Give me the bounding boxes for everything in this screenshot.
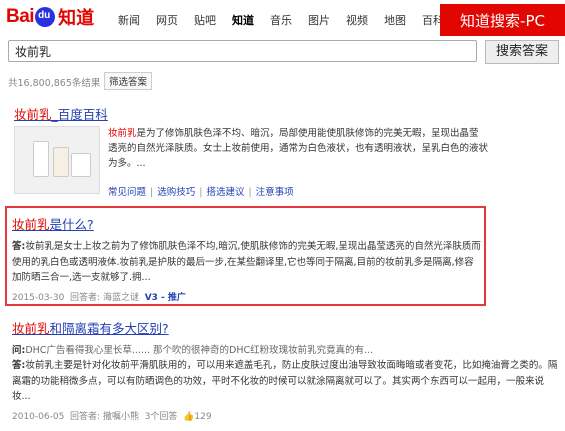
link-notes[interactable]: 注意事项 xyxy=(256,187,294,198)
box-image xyxy=(71,153,91,177)
filter-answers-button[interactable]: 筛选答案 xyxy=(104,72,153,90)
like-count: 129 xyxy=(194,411,212,422)
v3-badge: V3 - 推广 xyxy=(144,292,186,303)
nav-bar: 新闻 网页 贴吧 知道 音乐 图片 视频 地图 百科 文 xyxy=(118,12,471,28)
search-button[interactable]: 搜索答案 xyxy=(485,40,559,64)
answer-snippet: 答:妆前乳主要是针对化妆前平滑肌肤用的，可以用来遮盖毛孔，防止皮肤过度出油导致妆… xyxy=(12,360,558,402)
result-meta: 2010-06-05 回答者: 撒嘱小熊 3个回答 👍129 xyxy=(12,411,212,422)
header: Bai du 知道 新闻 网页 贴吧 知道 音乐 图片 视频 地图 百科 文 知… xyxy=(0,0,565,36)
result-snippet: 妆前乳是为了修饰肌肤色泽不均、暗沉，局部使用能使肌肤修饰的完美无暇，呈现出晶莹透… xyxy=(108,128,489,169)
result-zhidao-1: 妆前乳是什么? 答:妆前乳是女士上妆之前为了修饰肌肤色泽不均,暗沉,使肌肤修饰的… xyxy=(12,214,482,303)
result-baike: 妆前乳_百度百科 妆前乳是为了修饰肌肤色泽不均、暗沉，局部使用能使肌肤修饰的完美… xyxy=(14,104,488,198)
nav-item-map[interactable]: 地图 xyxy=(384,12,406,28)
thumbs-up-icon[interactable]: 👍 xyxy=(183,412,194,422)
search-input[interactable]: 妆前乳 xyxy=(8,40,477,62)
bottle-image xyxy=(53,147,69,177)
link-tips[interactable]: 选购技巧 xyxy=(157,187,195,198)
nav-item-music[interactable]: 音乐 xyxy=(270,12,292,28)
baike-links: 常见问题 | 选购技巧 | 搭选建议 | 注意事项 xyxy=(108,187,294,198)
question-snippet: 问:DHC广告看得我心里长草...... 那个吹的很神奇的DHC红粉玫瑰妆前乳究… xyxy=(12,345,374,356)
baidu-zhidao-logo[interactable]: Bai du 知道 xyxy=(6,4,94,30)
result-title[interactable]: 妆前乳和隔离霜有多大区别? xyxy=(12,318,560,337)
result-title[interactable]: 妆前乳_百度百科 xyxy=(14,104,484,123)
bottle-image xyxy=(33,141,49,177)
answer-snippet: 答:妆前乳是女士上妆之前为了修饰肌肤色泽不均,暗沉,使肌肤修饰的完美无暇,呈现出… xyxy=(12,241,481,283)
nav-item-images[interactable]: 图片 xyxy=(308,12,330,28)
nav-item-video[interactable]: 视频 xyxy=(346,12,368,28)
nav-item-news[interactable]: 新闻 xyxy=(118,12,140,28)
overlay-tag: 知道搜索-PC xyxy=(440,4,565,36)
link-faq[interactable]: 常见问题 xyxy=(108,187,146,198)
result-count: 共16,800,865条结果 xyxy=(8,78,101,89)
result-title[interactable]: 妆前乳是什么? xyxy=(12,214,482,233)
result-zhidao-2: 妆前乳和隔离霜有多大区别? 问:DHC广告看得我心里长草...... 那个吹的很… xyxy=(12,318,560,422)
result-meta: 2015-03-30 回答者: 海蓝之谜 V3 - 推广 xyxy=(12,292,186,303)
product-thumbnail[interactable] xyxy=(14,126,100,194)
nav-item-zhidao[interactable]: 知道 xyxy=(232,12,254,28)
nav-item-tieba[interactable]: 贴吧 xyxy=(194,12,216,28)
nav-item-web[interactable]: 网页 xyxy=(156,12,178,28)
link-advice[interactable]: 搭选建议 xyxy=(206,187,244,198)
paw-icon: du xyxy=(35,7,56,27)
